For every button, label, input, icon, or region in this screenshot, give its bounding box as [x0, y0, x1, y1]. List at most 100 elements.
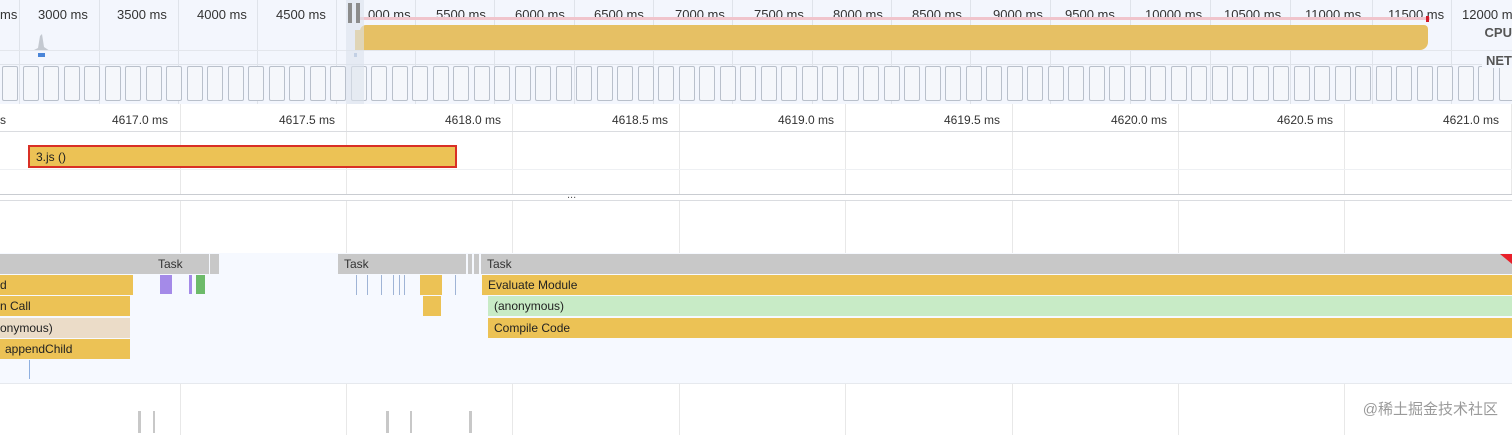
- network-request-bar[interactable]: 3.js (): [28, 145, 457, 168]
- screenshot-frame[interactable]: [781, 66, 797, 101]
- screenshot-frame[interactable]: [145, 66, 162, 101]
- screenshot-frame[interactable]: [1211, 66, 1228, 101]
- screenshot-frame[interactable]: [617, 66, 633, 101]
- screenshot-frame[interactable]: [43, 66, 59, 101]
- task-block[interactable]: [210, 254, 219, 274]
- screenshot-frame[interactable]: [289, 66, 305, 101]
- screenshot-frame[interactable]: [1498, 66, 1512, 101]
- task-block[interactable]: [474, 254, 479, 274]
- screenshot-frame[interactable]: [1334, 66, 1351, 101]
- screenshot-frame[interactable]: [1150, 66, 1166, 101]
- screenshot-frame[interactable]: [412, 66, 428, 101]
- task-block[interactable]: [0, 254, 152, 274]
- screenshot-frame[interactable]: [1252, 66, 1269, 101]
- task-block[interactable]: Task: [152, 254, 209, 274]
- screenshot-frame[interactable]: [842, 66, 859, 101]
- call-frame[interactable]: appendChild: [0, 339, 130, 359]
- screenshot-frame[interactable]: [268, 66, 285, 101]
- screenshot-frame[interactable]: [1273, 66, 1289, 101]
- screenshot-frame[interactable]: [330, 66, 346, 101]
- screenshot-frame[interactable]: [84, 66, 100, 101]
- task-block[interactable]: Task: [481, 254, 1512, 274]
- call-frame[interactable]: onymous): [0, 318, 130, 338]
- screenshot-frame[interactable]: [494, 66, 510, 101]
- call-frame[interactable]: [423, 296, 441, 316]
- screenshot-frame[interactable]: [125, 66, 141, 101]
- screenshot-frame[interactable]: [1191, 66, 1207, 101]
- screenshot-frame[interactable]: [1129, 66, 1146, 101]
- selection-handle-left[interactable]: [348, 3, 352, 23]
- screenshot-frame[interactable]: [1416, 66, 1433, 101]
- screenshot-frame[interactable]: [945, 66, 961, 101]
- screenshot-frame[interactable]: [166, 66, 182, 101]
- screenshot-frame[interactable]: [248, 66, 264, 101]
- screenshot-frame[interactable]: [822, 66, 838, 101]
- screenshot-frame[interactable]: [1314, 66, 1330, 101]
- screenshot-frame[interactable]: [186, 66, 203, 101]
- timeline-overview[interactable]: ms 3000 ms 3500 ms 4000 ms 4500 ms 000 m…: [0, 0, 1512, 104]
- event-block[interactable]: [189, 275, 192, 294]
- screenshot-frame[interactable]: [760, 66, 777, 101]
- compile-code-frame[interactable]: Compile Code: [488, 318, 1512, 338]
- screenshot-frame[interactable]: [1047, 66, 1064, 101]
- screenshot-frame[interactable]: [63, 66, 80, 101]
- screenshot-frame[interactable]: [535, 66, 551, 101]
- event-block[interactable]: [160, 275, 172, 294]
- screenshot-frame[interactable]: [22, 66, 39, 101]
- evaluate-module-frame[interactable]: Evaluate Module: [482, 275, 1512, 295]
- screenshot-frame[interactable]: [1355, 66, 1371, 101]
- screenshot-frame[interactable]: [699, 66, 715, 101]
- screenshot-frame[interactable]: [1232, 66, 1248, 101]
- screenshot-frame[interactable]: [863, 66, 879, 101]
- splitter-grip[interactable]: ...: [567, 190, 576, 201]
- screenshot-frame[interactable]: [371, 66, 387, 101]
- screenshot-frame[interactable]: [1293, 66, 1310, 101]
- screenshot-frame[interactable]: [986, 66, 1002, 101]
- screenshot-frame[interactable]: [658, 66, 674, 101]
- event-block[interactable]: [196, 275, 205, 294]
- screenshot-frame[interactable]: [965, 66, 982, 101]
- screenshot-frame[interactable]: [924, 66, 941, 101]
- task-block[interactable]: [468, 254, 472, 274]
- screenshot-frame[interactable]: [801, 66, 818, 101]
- screenshot-frame[interactable]: [1396, 66, 1412, 101]
- screenshot-frame[interactable]: [883, 66, 900, 101]
- screenshot-frame[interactable]: [637, 66, 654, 101]
- call-frame[interactable]: d: [0, 275, 133, 295]
- screenshot-frame[interactable]: [473, 66, 490, 101]
- flame-chart[interactable]: Task Task Task d n Call onymous) appendC…: [0, 201, 1512, 435]
- screenshot-frame[interactable]: [1478, 66, 1494, 101]
- screenshot-frame[interactable]: [1006, 66, 1023, 101]
- screenshot-frame[interactable]: [555, 66, 572, 101]
- screenshot-frame[interactable]: [432, 66, 449, 101]
- screenshot-frame[interactable]: [1375, 66, 1392, 101]
- task-block[interactable]: Task: [338, 254, 466, 274]
- screenshot-frame[interactable]: [596, 66, 613, 101]
- screenshot-frame[interactable]: [391, 66, 408, 101]
- screenshot-frame[interactable]: [1170, 66, 1187, 101]
- screenshot-frame[interactable]: [514, 66, 531, 101]
- screenshot-frame[interactable]: [227, 66, 244, 101]
- call-frame[interactable]: [29, 360, 30, 379]
- screenshot-frame[interactable]: [1457, 66, 1474, 101]
- call-frame[interactable]: n Call: [0, 296, 130, 316]
- screenshot-frame[interactable]: [1088, 66, 1105, 101]
- screenshot-frame[interactable]: [678, 66, 695, 101]
- screenshot-frame[interactable]: [1068, 66, 1084, 101]
- selection-handle-right[interactable]: [356, 3, 360, 23]
- screenshot-frame[interactable]: [104, 66, 121, 101]
- screenshot-frame[interactable]: [207, 66, 223, 101]
- screenshot-frame[interactable]: [576, 66, 592, 101]
- screenshot-frame[interactable]: [2, 66, 18, 101]
- screenshot-frame[interactable]: [740, 66, 756, 101]
- screenshot-frame[interactable]: [1109, 66, 1125, 101]
- screenshot-frame[interactable]: [1437, 66, 1453, 101]
- screenshot-frame[interactable]: [904, 66, 920, 101]
- screenshot-frame[interactable]: [309, 66, 326, 101]
- panel-splitter[interactable]: [0, 194, 1512, 195]
- anonymous-frame[interactable]: (anonymous): [488, 296, 1512, 316]
- screenshot-frame[interactable]: [1027, 66, 1043, 101]
- call-frame[interactable]: [420, 275, 442, 295]
- screenshot-frame[interactable]: [719, 66, 736, 101]
- screenshot-frame[interactable]: [453, 66, 469, 101]
